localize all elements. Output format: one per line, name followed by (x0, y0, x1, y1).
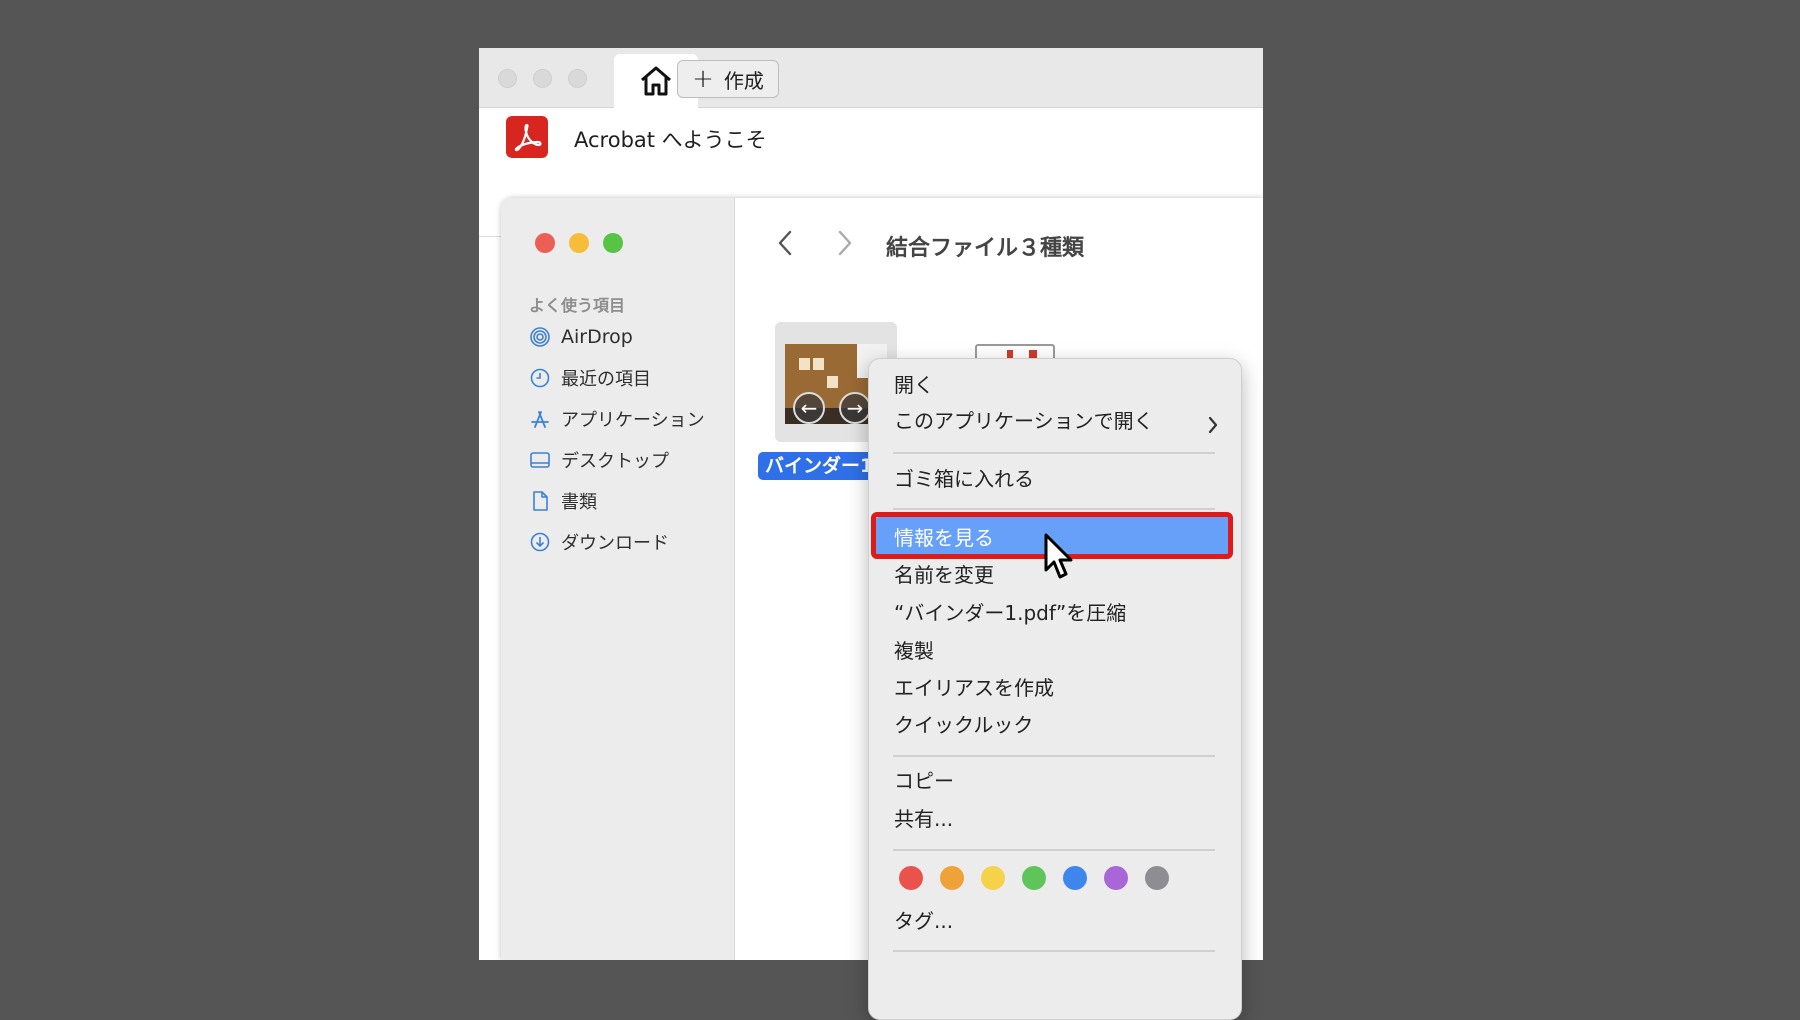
sidebar-item-downloads[interactable]: ダウンロード (529, 527, 669, 557)
sidebar-item-label: 最近の項目 (561, 369, 651, 390)
plus-icon: + (692, 64, 714, 94)
sidebar-item-label: 書類 (561, 492, 597, 513)
desktop-icon (530, 452, 550, 468)
window-close-button[interactable] (498, 69, 517, 88)
applications-icon (531, 411, 549, 428)
chevron-right-icon[interactable] (835, 228, 855, 258)
airdrop-icon (530, 327, 550, 347)
thumb-decoration (813, 358, 824, 370)
tag-color-purple[interactable] (1104, 866, 1128, 890)
create-button-label: 作成 (723, 68, 764, 93)
acrobat-logo-icon (506, 116, 548, 158)
context-menu: 開く このアプリケーションで開く ゴミ箱に入れる 情報を見る 名前を変更 “バイ… (868, 358, 1242, 1020)
sidebar-item-label: デスクトップ (561, 451, 669, 472)
thumb-decoration (827, 376, 838, 388)
menu-item-compress[interactable]: “バインダー1.pdf”を圧縮 (894, 597, 1126, 629)
sidebar-item-documents[interactable]: 書類 (529, 486, 597, 516)
menu-item-label: このアプリケーションで開く (894, 409, 1154, 433)
menu-item-duplicate[interactable]: 複製 (894, 635, 934, 667)
tag-color-yellow[interactable] (981, 866, 1005, 890)
chevron-left-icon[interactable] (775, 228, 795, 258)
finder-sidebar: よく使う項目 AirDrop 最近の項目 アプリケーション デスクトップ 書類 … (501, 198, 735, 960)
sidebar-item-label: AirDrop (561, 326, 633, 348)
menu-separator (893, 755, 1215, 757)
menu-item-make-alias[interactable]: エイリアスを作成 (894, 672, 1054, 704)
menu-item-open[interactable]: 開く (894, 369, 934, 401)
menu-separator (893, 452, 1215, 454)
arrow-left-icon[interactable]: ← (793, 392, 825, 424)
clock-icon (530, 368, 550, 388)
mouse-cursor-icon (1044, 533, 1073, 579)
download-icon (530, 532, 550, 552)
sidebar-item-applications[interactable]: アプリケーション (529, 404, 705, 434)
acrobat-tab-bar: + 作成 (479, 48, 1263, 108)
sidebar-heading-favorites: よく使う項目 (529, 296, 626, 315)
sidebar-item-label: ダウンロード (561, 533, 669, 554)
finder-close-button[interactable] (535, 233, 555, 253)
window-minimize-button[interactable] (533, 69, 552, 88)
menu-item-copy[interactable]: コピー (894, 765, 954, 797)
tag-color-blue[interactable] (1063, 866, 1087, 890)
window-zoom-button[interactable] (568, 69, 587, 88)
menu-separator (893, 508, 1215, 510)
menu-item-tags[interactable]: タグ... (894, 905, 953, 937)
sidebar-item-label: アプリケーション (561, 410, 705, 431)
folder-title: 結合ファイル３種類 (886, 236, 1085, 261)
tag-color-orange[interactable] (940, 866, 964, 890)
document-icon (533, 491, 548, 511)
sidebar-item-recents[interactable]: 最近の項目 (529, 363, 651, 393)
menu-item-open-with[interactable]: このアプリケーションで開く (894, 405, 1216, 437)
tag-color-red[interactable] (899, 866, 923, 890)
menu-separator (893, 950, 1215, 952)
thumb-decoration (799, 358, 810, 370)
menu-item-move-to-trash[interactable]: ゴミ箱に入れる (894, 463, 1034, 495)
sidebar-item-desktop[interactable]: デスクトップ (529, 445, 669, 475)
menu-item-quick-look[interactable]: クイックルック (894, 709, 1033, 741)
file-name-label[interactable]: バインダー1 (758, 452, 878, 480)
menu-separator (893, 849, 1215, 851)
acrobat-welcome-title: Acrobat へようこそ (574, 128, 767, 152)
menu-item-share[interactable]: 共有... (894, 803, 953, 835)
menu-item-rename[interactable]: 名前を変更 (894, 559, 994, 591)
finder-minimize-button[interactable] (569, 233, 589, 253)
tag-color-green[interactable] (1022, 866, 1046, 890)
arrow-right-icon[interactable]: → (839, 392, 871, 424)
finder-zoom-button[interactable] (603, 233, 623, 253)
create-button[interactable]: + 作成 (677, 60, 779, 98)
tag-color-gray[interactable] (1145, 866, 1169, 890)
chevron-right-icon (1207, 415, 1219, 441)
sidebar-item-airdrop[interactable]: AirDrop (529, 322, 633, 352)
home-icon (641, 66, 671, 96)
